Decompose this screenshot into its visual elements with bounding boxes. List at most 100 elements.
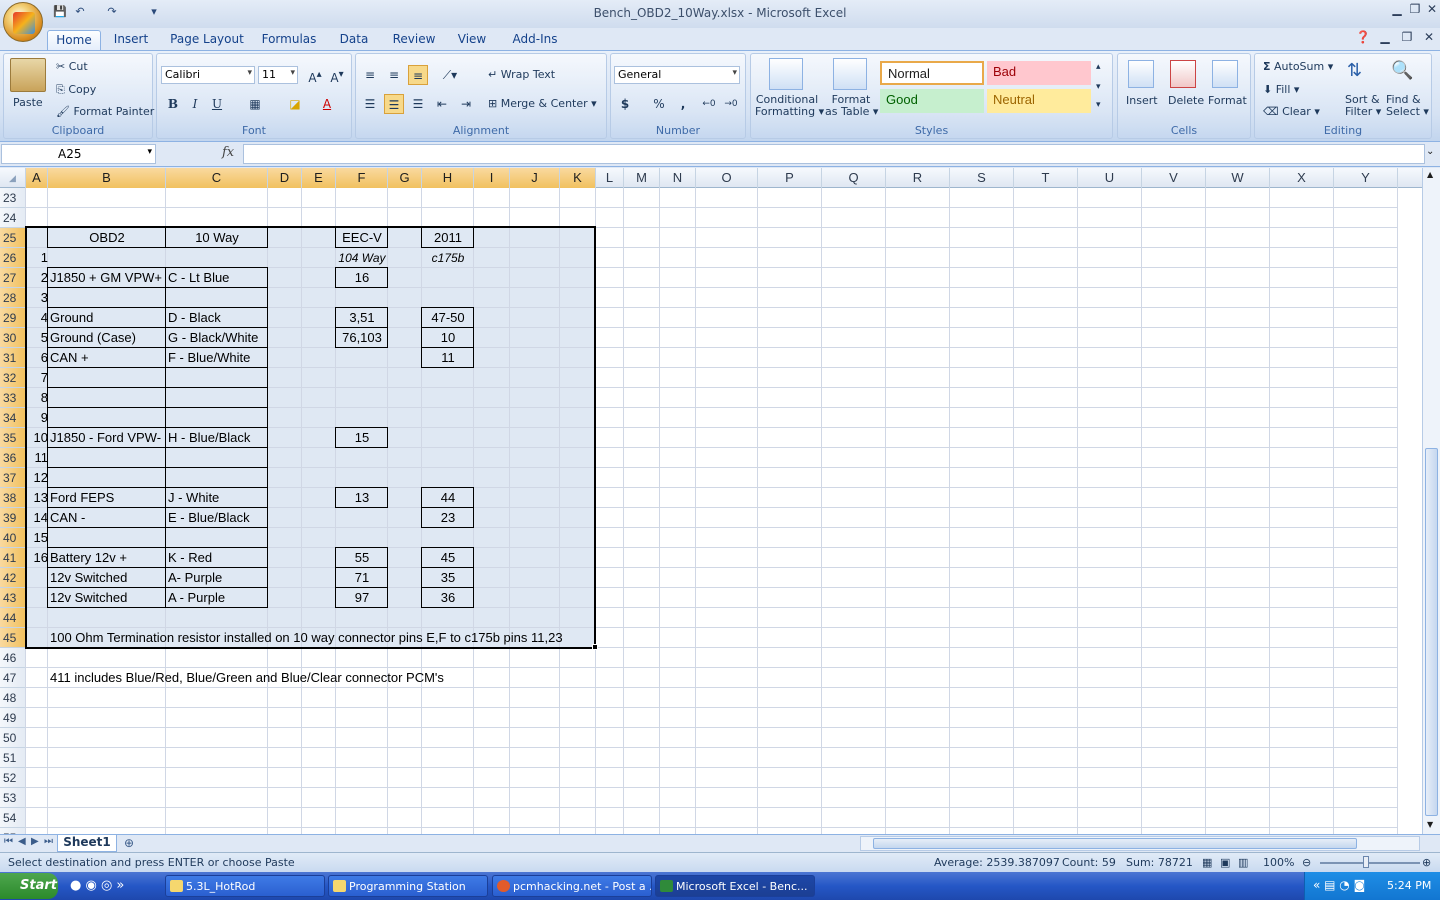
obd2-function[interactable]: CAN -: [48, 508, 166, 528]
c175b-pin[interactable]: 11: [422, 348, 474, 368]
workbook-close-icon[interactable]: ✕: [1420, 30, 1438, 46]
horizontal-scrollbar[interactable]: [860, 836, 1420, 851]
column-header[interactable]: J: [510, 168, 560, 188]
eec-pin[interactable]: 13: [336, 488, 388, 508]
paste-button[interactable]: Paste: [13, 96, 43, 109]
delete-cells-button[interactable]: Delete: [1168, 94, 1204, 107]
sheet-tab[interactable]: Sheet1: [57, 835, 117, 852]
tenway-wire[interactable]: A- Purple: [166, 568, 268, 588]
row-header[interactable]: 45: [0, 628, 26, 648]
fill-color-icon[interactable]: ◪: [285, 94, 305, 114]
row-header[interactable]: 24: [0, 208, 26, 228]
row-header[interactable]: 48: [0, 688, 26, 708]
row-header[interactable]: 31: [0, 348, 26, 368]
column-header[interactable]: Q: [822, 168, 886, 188]
taskbar-item-excel[interactable]: Microsoft Excel - Benc...: [655, 875, 815, 897]
column-header[interactable]: D: [268, 168, 302, 188]
obd2-function[interactable]: [48, 248, 166, 268]
bold-button[interactable]: B: [163, 94, 183, 114]
column-header[interactable]: Y: [1334, 168, 1398, 188]
italic-button[interactable]: I: [185, 94, 205, 114]
tenway-wire[interactable]: G - Black/White: [166, 328, 268, 348]
number-format-select[interactable]: General: [614, 66, 740, 84]
grow-font-icon[interactable]: A▴: [305, 65, 325, 85]
obd2-function[interactable]: [48, 368, 166, 388]
taskbar-item-programming[interactable]: Programming Station: [328, 875, 488, 897]
zoom-slider[interactable]: [1320, 862, 1420, 864]
eec-pin[interactable]: 3,51: [336, 308, 388, 328]
c175b-pin[interactable]: [422, 448, 474, 468]
obd2-function[interactable]: Battery 12v +: [48, 548, 166, 568]
c175b-pin[interactable]: 35: [422, 568, 474, 588]
row-header[interactable]: 40: [0, 528, 26, 548]
format-painter-button[interactable]: 🖌 Format Painter: [56, 105, 154, 118]
eec-pin[interactable]: [336, 248, 388, 268]
styles-scroll-down-icon[interactable]: ▾: [1096, 82, 1101, 92]
column-header[interactable]: L: [596, 168, 624, 188]
tab-page-layout[interactable]: Page Layout: [168, 30, 246, 50]
font-name-select[interactable]: Calibri: [161, 66, 255, 84]
c175b-pin[interactable]: [422, 288, 474, 308]
header-10way[interactable]: 10 Way: [166, 228, 268, 248]
eec-pin[interactable]: 55: [336, 548, 388, 568]
row-header[interactable]: 53: [0, 788, 26, 808]
last-sheet-icon[interactable]: ⏭: [44, 836, 53, 847]
column-header[interactable]: M: [624, 168, 660, 188]
copy-button[interactable]: ⎘ Copy: [56, 83, 96, 97]
tenway-wire[interactable]: [166, 528, 268, 548]
row-header[interactable]: 46: [0, 648, 26, 668]
obd2-function[interactable]: J1850 + GM VPW+: [48, 268, 166, 288]
increase-decimal-icon[interactable]: ←0: [699, 94, 719, 114]
pin-number[interactable]: 10: [26, 428, 48, 448]
eec-pin[interactable]: 71: [336, 568, 388, 588]
pin-number[interactable]: 7: [26, 368, 48, 388]
borders-icon[interactable]: ▦: [245, 94, 265, 114]
vertical-scroll-thumb[interactable]: [1425, 448, 1438, 816]
c175b-pin[interactable]: 44: [422, 488, 474, 508]
zoom-level[interactable]: 100%: [1263, 856, 1294, 869]
pin-number[interactable]: 13: [26, 488, 48, 508]
clear-button[interactable]: ⌫ Clear ▾: [1263, 105, 1320, 118]
pcm-note[interactable]: 411 includes Blue/Red, Blue/Green and Bl…: [48, 668, 444, 688]
pin-number[interactable]: 4: [26, 308, 48, 328]
normal-view-icon[interactable]: ▦: [1202, 856, 1212, 869]
font-color-icon[interactable]: A: [317, 94, 337, 114]
worksheet-grid[interactable]: ◢ A B C D E F G H I J K L M N O P Q R S T U V W X Y 23 24 25 26 27 28 2…: [0, 168, 1422, 834]
header-eec-v[interactable]: EEC-V: [336, 228, 388, 248]
c175b-pin[interactable]: 10: [422, 328, 474, 348]
row-header[interactable]: 51: [0, 748, 26, 768]
align-middle-icon[interactable]: ≡: [384, 65, 404, 85]
obd2-function[interactable]: [48, 468, 166, 488]
style-bad[interactable]: Bad: [987, 61, 1091, 85]
tenway-wire[interactable]: [166, 368, 268, 388]
fill-handle[interactable]: [592, 644, 598, 650]
next-sheet-icon[interactable]: ▶: [31, 836, 39, 847]
row-header[interactable]: 50: [0, 728, 26, 748]
eec-pin[interactable]: [336, 388, 388, 408]
eec-pin[interactable]: [336, 508, 388, 528]
header-obd2[interactable]: OBD2: [48, 228, 166, 248]
column-header[interactable]: H: [422, 168, 474, 188]
select-all-corner[interactable]: ◢: [0, 168, 26, 188]
row-header[interactable]: 43: [0, 588, 26, 608]
help-icon[interactable]: ❓: [1354, 30, 1372, 46]
align-right-icon[interactable]: ☰: [408, 94, 428, 114]
eec-pin[interactable]: [336, 408, 388, 428]
tab-home[interactable]: Home: [47, 30, 101, 50]
pin-number[interactable]: 16: [26, 548, 48, 568]
pin-number[interactable]: [26, 588, 48, 608]
paste-icon[interactable]: [10, 58, 46, 92]
column-header[interactable]: K: [560, 168, 596, 188]
pin-number[interactable]: 3: [26, 288, 48, 308]
format-as-table-button[interactable]: Format as Table ▾: [825, 94, 878, 118]
taskbar-item-browser[interactable]: pcmhacking.net - Post a ...: [492, 875, 652, 897]
eec-pin[interactable]: [336, 368, 388, 388]
tenway-wire[interactable]: [166, 448, 268, 468]
tenway-wire[interactable]: D - Black: [166, 308, 268, 328]
insert-function-button[interactable]: fx: [222, 145, 234, 160]
tenway-wire[interactable]: [166, 408, 268, 428]
pin-number[interactable]: 15: [26, 528, 48, 548]
eec-pin[interactable]: 16: [336, 268, 388, 288]
column-header[interactable]: S: [950, 168, 1014, 188]
row-header[interactable]: 23: [0, 188, 26, 208]
